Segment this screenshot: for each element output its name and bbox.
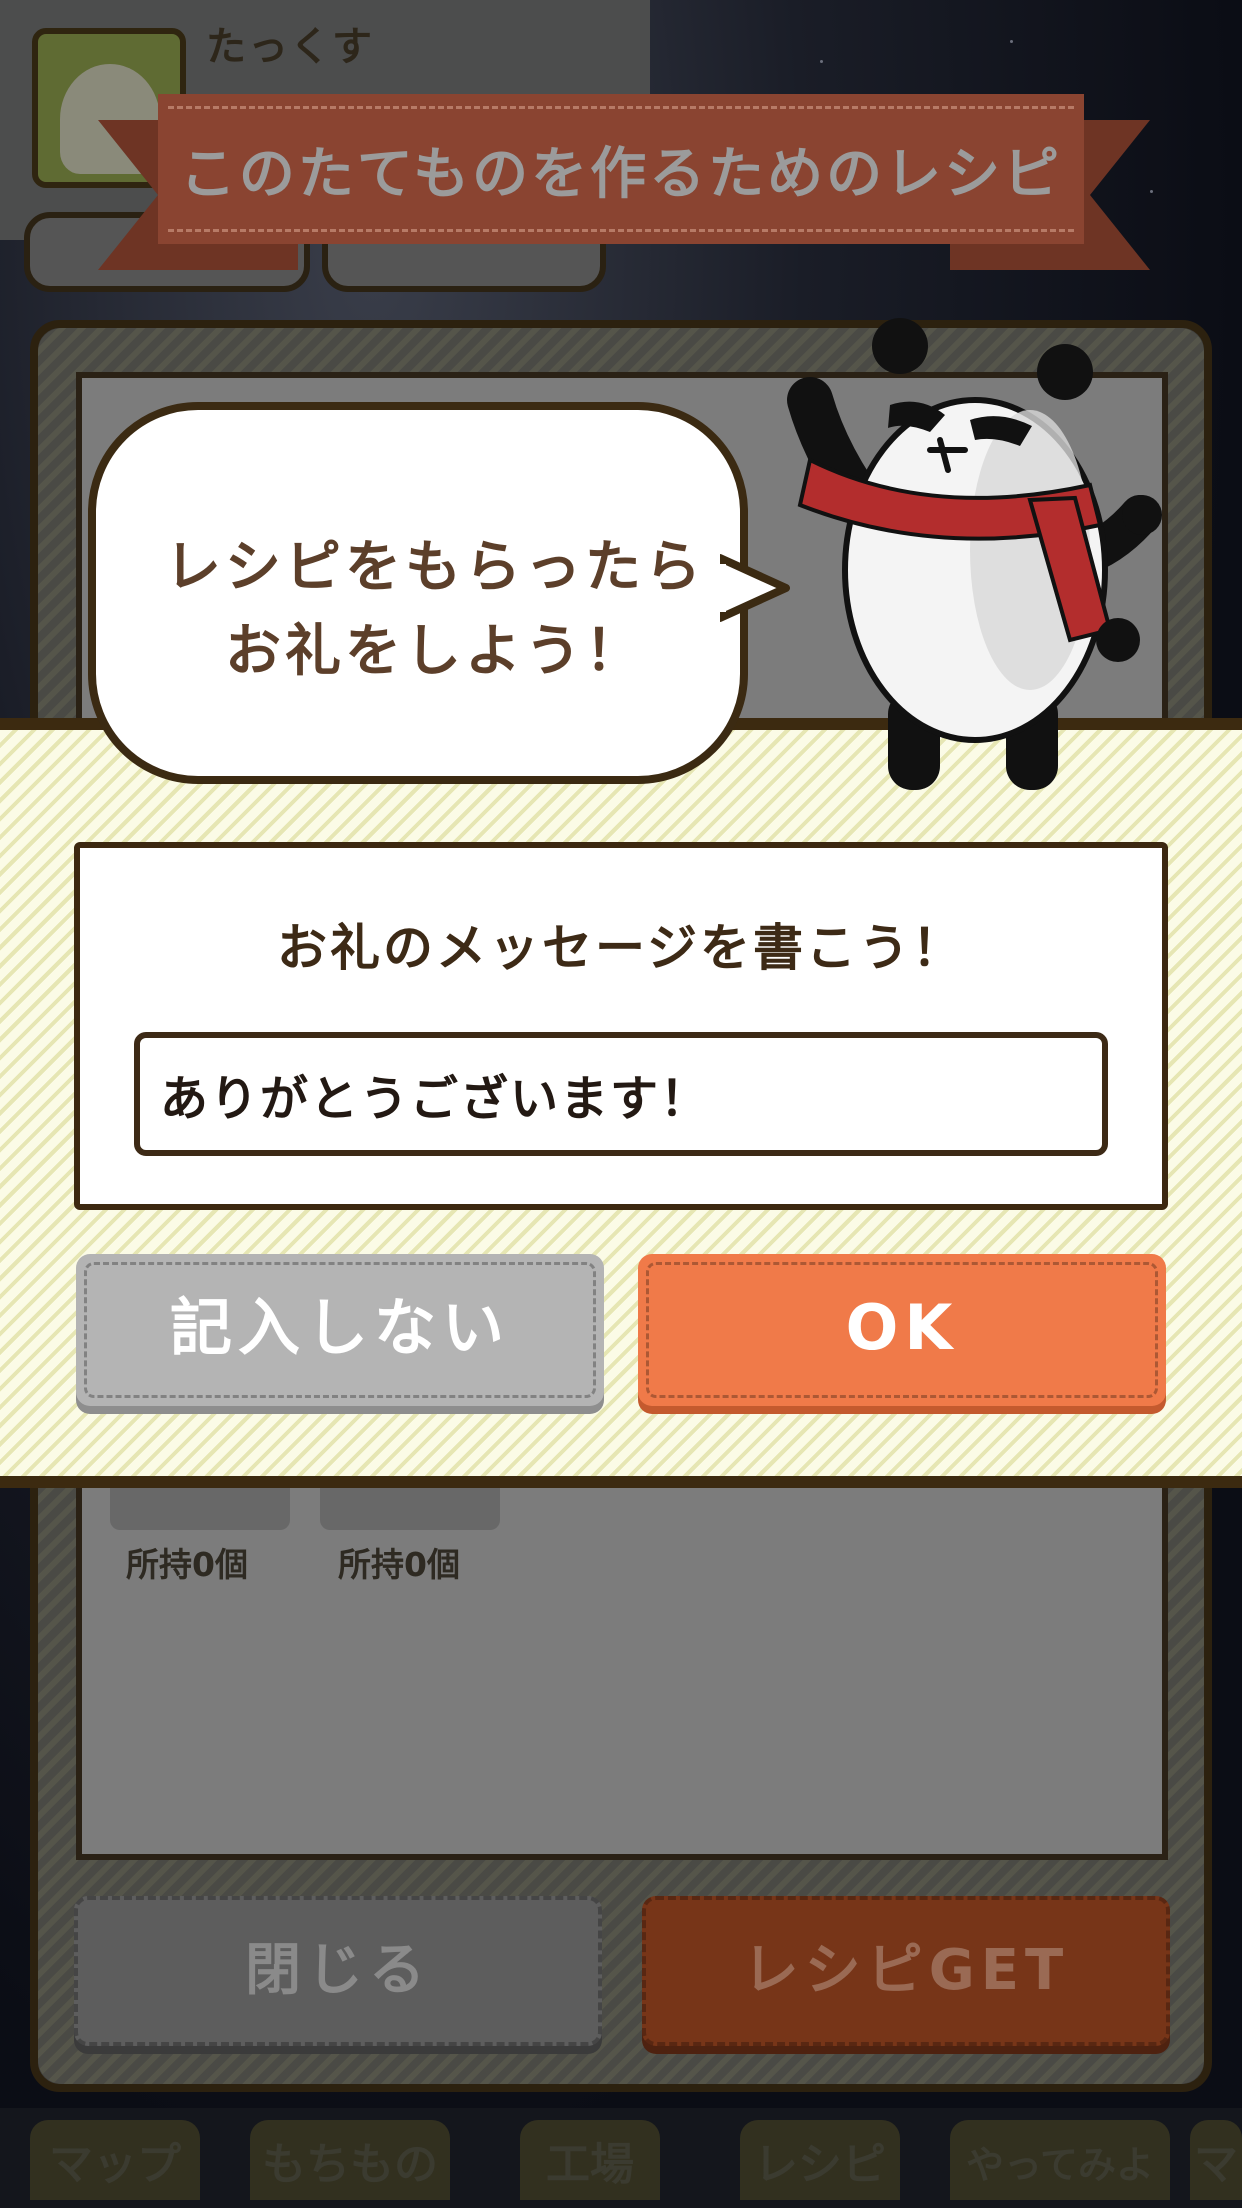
- nav-tab-factory[interactable]: 工場: [520, 2120, 660, 2200]
- ok-button-label: OK: [845, 1291, 959, 1364]
- close-button[interactable]: 閉じる: [74, 1896, 602, 2046]
- star: [1010, 40, 1013, 43]
- ok-button[interactable]: OK: [638, 1254, 1166, 1406]
- panda-mascot-icon: [787, 318, 1162, 790]
- nav-tab-more[interactable]: マ: [1190, 2120, 1242, 2200]
- speech-bubble-text: レシピをもらったら お礼をしよう！: [130, 526, 740, 694]
- title-ribbon: このたてものを作るためのレシピ: [158, 94, 1084, 244]
- nav-tab-inventory[interactable]: もちもの: [250, 2120, 450, 2200]
- message-title: お礼のメッセージを書こう！: [277, 919, 965, 977]
- star: [1150, 190, 1153, 193]
- nav-tab-recipe[interactable]: レシピ: [740, 2120, 900, 2200]
- owned-count-label: 所持0個: [126, 1545, 248, 1584]
- owned-count-label: 所持0個: [338, 1545, 460, 1584]
- username: たっくす: [206, 24, 374, 70]
- message-input[interactable]: [134, 1032, 1108, 1156]
- recipe-get-button[interactable]: レシピGET: [642, 1896, 1170, 2046]
- nav-tab-map[interactable]: マップ: [30, 2120, 200, 2200]
- skip-button-label: 記入しない: [169, 1291, 510, 1364]
- speech-line-1: レシピをもらったら: [165, 535, 705, 600]
- speech-line-2: お礼をしよう！: [225, 619, 645, 684]
- ribbon-title: このたてものを作るためのレシピ: [179, 141, 1063, 207]
- skip-button[interactable]: 記入しない: [76, 1254, 604, 1406]
- star: [820, 60, 823, 63]
- nav-tab-try[interactable]: やってみよう: [950, 2120, 1170, 2200]
